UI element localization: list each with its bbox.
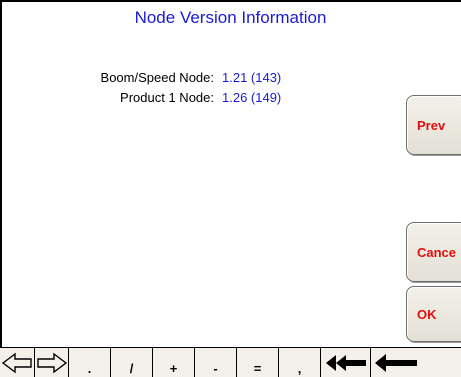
- key-comma[interactable]: ,: [279, 348, 321, 377]
- key-equals[interactable]: =: [237, 348, 279, 377]
- node-row-boom-speed: Boom/Speed Node: 1.21 (143): [52, 70, 282, 85]
- arrow-right-key[interactable]: [35, 348, 69, 377]
- clear-all-key[interactable]: [321, 348, 371, 377]
- key-minus[interactable]: -: [195, 348, 237, 377]
- node-version-value: 1.21 (143): [222, 70, 282, 85]
- node-row-product-1: Product 1 Node: 1.26 (149): [52, 90, 281, 105]
- key-period[interactable]: .: [69, 348, 111, 377]
- cancel-button[interactable]: Cance: [406, 222, 461, 282]
- key-slash[interactable]: /: [111, 348, 153, 377]
- arrow-left-key[interactable]: [0, 348, 35, 377]
- page-title: Node Version Information: [134, 8, 327, 27]
- backspace-key[interactable]: [371, 348, 461, 377]
- left-arrow-outline-icon: [1, 352, 32, 374]
- key-plus[interactable]: +: [153, 348, 195, 377]
- node-label: Product 1 Node:: [120, 90, 214, 105]
- ok-button[interactable]: OK: [406, 286, 461, 342]
- backspace-arrow-icon: [375, 354, 417, 372]
- keyboard-bar: . / + - = ,: [0, 347, 461, 377]
- right-arrow-outline-icon: [36, 352, 67, 374]
- prev-button[interactable]: Prev: [406, 95, 461, 155]
- double-left-arrow-icon: [325, 355, 366, 371]
- node-label: Boom/Speed Node:: [100, 70, 214, 85]
- node-version-value: 1.26 (149): [222, 90, 282, 105]
- screen-frame: [0, 0, 461, 377]
